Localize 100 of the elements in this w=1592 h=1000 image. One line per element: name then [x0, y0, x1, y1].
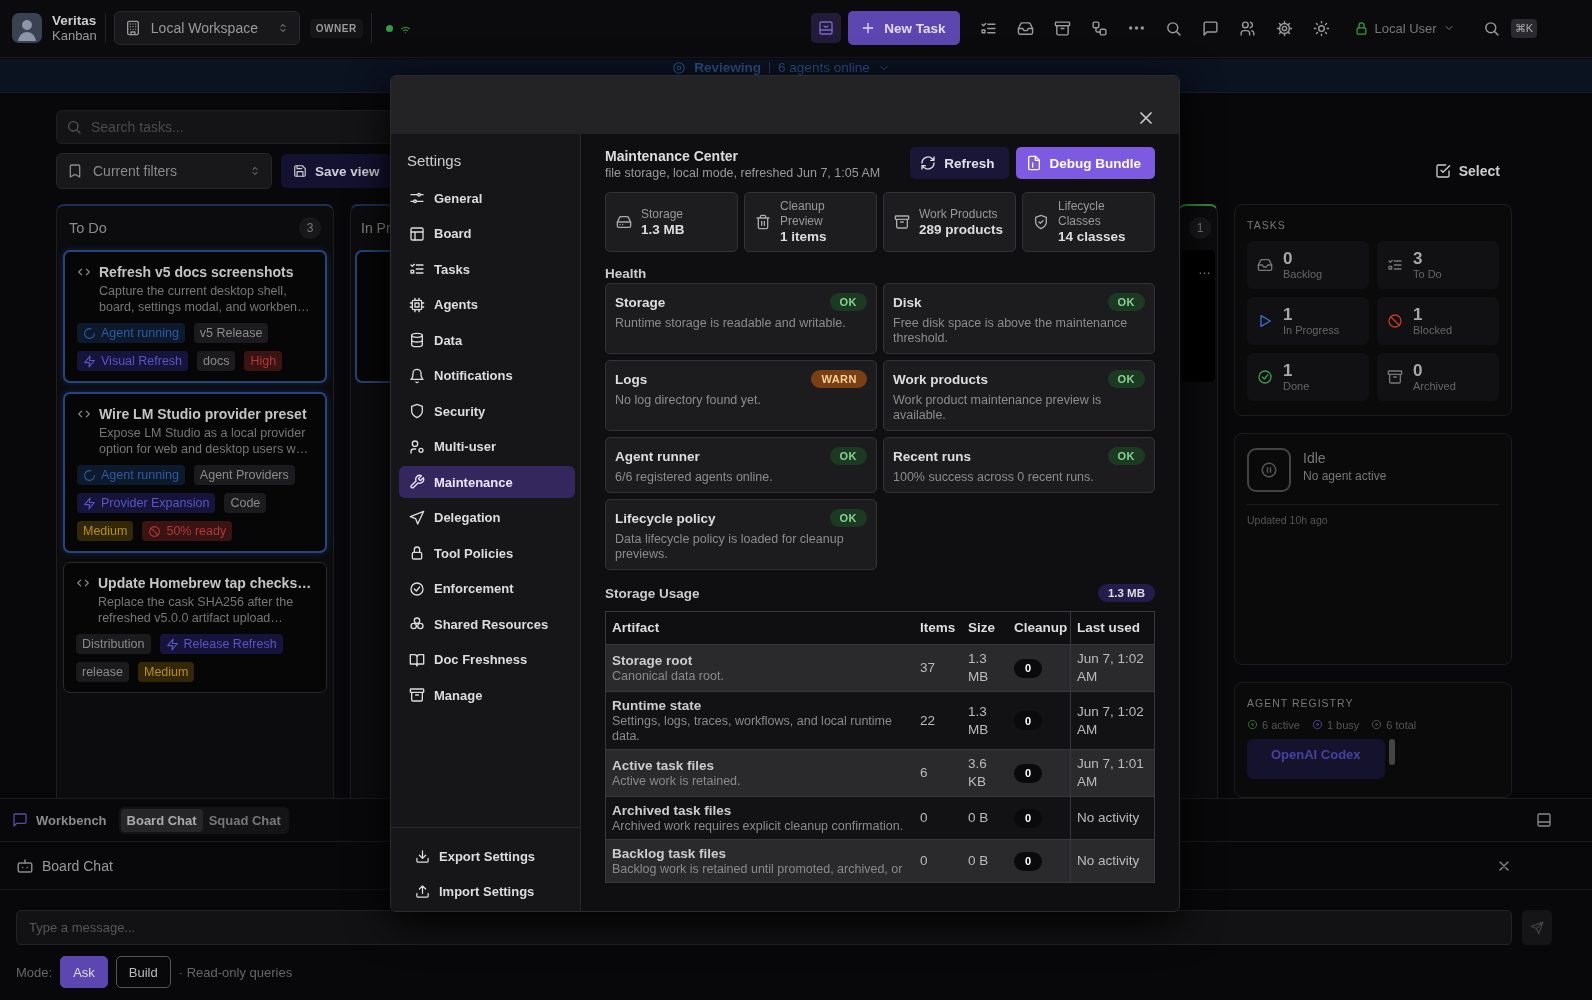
stat-value: 14 classes	[1058, 229, 1127, 245]
check-name: Lifecycle policy	[615, 510, 716, 526]
workspace-selector[interactable]: Local Workspace	[113, 11, 300, 45]
task-title: Update Homebrew tap checks…	[98, 575, 312, 591]
artifact-name: Archived task files	[612, 802, 733, 819]
status-dot	[385, 24, 393, 32]
nav-item[interactable]: Notifications	[399, 359, 575, 392]
inbox-icon	[1257, 257, 1273, 273]
stat-label: Archived	[1413, 380, 1456, 392]
panel-toggle-button[interactable]	[811, 13, 842, 43]
section-heading: Health	[605, 265, 648, 282]
check-name: Agent runner	[615, 448, 700, 464]
count-badge: 3	[299, 217, 321, 239]
updated-time: Updated 10h ago	[1247, 514, 1329, 526]
stat-label: Backlog	[1283, 268, 1323, 280]
nav-item[interactable]: Board	[399, 217, 575, 250]
task-description: Expose LM Studio as a local provider option for web and desktop users w…	[99, 425, 310, 457]
refresh-icon	[920, 155, 937, 171]
artifact-description: Backlog work is retained until promoted, archived, or	[612, 862, 904, 877]
table-cell-text: 6	[919, 764, 929, 782]
saved-view-selector[interactable]: Current filters	[56, 153, 272, 189]
message-field[interactable]: Type a message...	[16, 910, 1512, 945]
label-tag: Distribution	[76, 634, 151, 654]
file-icon	[1025, 155, 1042, 171]
nav-item[interactable]: Tasks	[399, 253, 575, 285]
archive-icon	[1053, 19, 1071, 37]
nav-item[interactable]: Manage	[399, 679, 575, 711]
nav-item[interactable]: Delegation	[399, 501, 575, 534]
warning-circle-icon	[148, 524, 162, 538]
chip-icon	[409, 296, 425, 313]
sun-icon	[1312, 19, 1330, 37]
user-gear-icon	[409, 438, 425, 455]
archive-icon	[409, 687, 425, 703]
new-task-button[interactable]: New Task	[848, 11, 960, 45]
shortcut-key: ⌘K	[1510, 18, 1537, 38]
artifact-description: Canonical data root.	[612, 669, 725, 684]
table-cell-text: 0	[919, 809, 929, 827]
nav-item[interactable]: General	[399, 182, 575, 214]
settings-action[interactable]: Import Settings	[405, 875, 545, 908]
nav-item[interactable]: Maintenance	[399, 466, 575, 498]
search-field[interactable]: Search tasks...	[56, 110, 390, 144]
mode-button[interactable]: Ask	[60, 956, 108, 988]
chat-icon	[1201, 19, 1219, 37]
nav-item[interactable]: Shared Resources	[399, 608, 575, 640]
count-badge: 1	[1189, 217, 1211, 239]
nav-item[interactable]: Agents	[399, 288, 575, 321]
count-badge: 0	[1014, 658, 1042, 678]
table-cell-text: 1.3 MB	[967, 702, 990, 739]
layout-icon	[409, 225, 425, 242]
check-description: 6/6 registered agents online.	[615, 470, 774, 485]
settings-action[interactable]: Export Settings	[405, 840, 546, 872]
save-icon	[293, 164, 307, 178]
nav-item[interactable]: Multi-user	[399, 430, 575, 463]
user-menu[interactable]: Local User	[1353, 20, 1455, 36]
nav-item[interactable]: Tool Policies	[399, 537, 575, 569]
save-view-button[interactable]: Save view	[281, 154, 392, 188]
task-card[interactable]: …	[1181, 250, 1215, 382]
task-card[interactable]: Update Homebrew tap checks… Replace the cask SHA256 after the refreshed v5.0.0 artifact upload… Distribution Release Refresh release Medium	[63, 562, 327, 693]
panel-toggle-button[interactable]	[1536, 812, 1552, 828]
table-cell-text: 0	[919, 852, 929, 870]
check-description: Runtime storage is readable and writable.	[615, 316, 847, 331]
task-card[interactable]: Refresh v5 docs screenshots Capture the current desktop shell, board, settings modal, and workben… Agent running v5 Release Visual Refresh docs High	[63, 250, 327, 383]
status-badge: OK	[1107, 447, 1145, 465]
mode-button[interactable]: Build	[115, 956, 171, 988]
table-cell-text: 0 B	[967, 809, 990, 827]
legend-text: 6 total	[1386, 718, 1417, 731]
check-name: Disk	[893, 294, 922, 310]
status-badge: OK	[829, 509, 867, 527]
search-icon	[66, 119, 82, 135]
nav-item[interactable]: Security	[399, 395, 575, 427]
nav-item[interactable]: Data	[399, 324, 575, 356]
table-cell-text: 3.6 KB	[967, 755, 988, 791]
check-description: Data lifecycle policy is loaded for cleanup previews.	[615, 532, 845, 562]
label-tag: v5 Release	[193, 323, 269, 343]
bolt-icon	[83, 354, 96, 368]
column-header: Size	[967, 619, 996, 637]
select-button[interactable]: Select	[1434, 163, 1500, 179]
agents-online: 6 agents online	[778, 60, 870, 75]
play-icon	[1257, 313, 1273, 329]
tag-text: Release Refresh	[183, 636, 277, 652]
chat-tab[interactable]: Board Chat	[120, 808, 203, 832]
chat-tab[interactable]: Squad Chat	[202, 808, 287, 832]
bot-icon	[16, 856, 34, 875]
scrollbar-thumb[interactable]	[1388, 738, 1395, 765]
panel-icon	[1536, 812, 1552, 828]
stat-label: Storage	[641, 206, 685, 222]
debug-bundle-button[interactable]: Debug Bundle	[1015, 147, 1155, 179]
mode-hint: · Read-only queries	[178, 964, 293, 980]
nav-item[interactable]: Enforcement	[399, 572, 575, 605]
book-icon	[409, 651, 425, 668]
task-description: Capture the current desktop shell, board, settings modal, and workben…	[99, 283, 311, 315]
archive-icon	[894, 214, 910, 230]
task-card[interactable]: Wire LM Studio provider preset Expose LM Studio as a local provider option for web and desktop users w… Agent running Agent Providers Provider Expansion Code Medium 50% ready	[63, 392, 327, 553]
count-badge: 0	[1014, 851, 1042, 871]
total-icon	[1371, 719, 1383, 731]
eye-icon	[672, 60, 687, 75]
section-subtitle: file storage, local mode, refreshed Jun 7, 1:05 AM	[605, 165, 881, 181]
nav-item[interactable]: Doc Freshness	[399, 643, 575, 676]
workbench-title: Workbench	[36, 812, 107, 828]
refresh-button[interactable]: Refresh	[910, 147, 1009, 179]
